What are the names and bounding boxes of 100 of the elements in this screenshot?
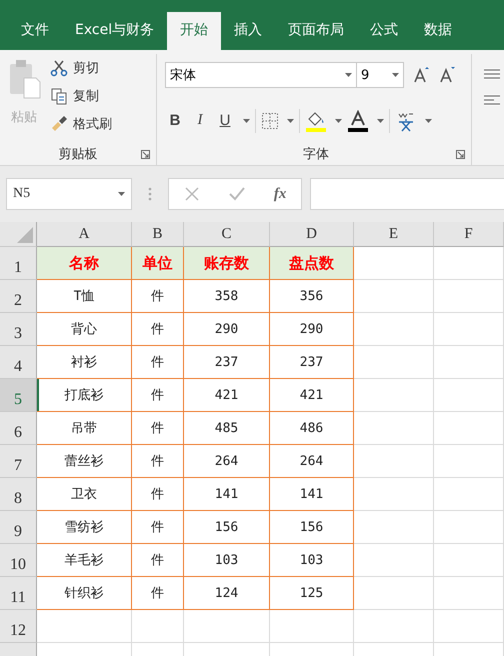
underline-button[interactable]: U [215, 112, 236, 129]
fill-color-icon[interactable] [305, 110, 328, 132]
empty-cell [434, 511, 504, 544]
copy-icon [50, 87, 68, 105]
row-header[interactable]: 2 [0, 280, 37, 313]
column-header[interactable]: F [434, 222, 504, 247]
group-label: 剪贴板 [58, 146, 98, 163]
paintbrush-icon [50, 115, 68, 133]
caret-icon[interactable] [377, 118, 384, 122]
row-header[interactable]: 3 [0, 313, 37, 346]
row-header[interactable]: 5 [0, 379, 37, 412]
italic-button[interactable]: I [190, 112, 210, 129]
table-cell: 件 [132, 280, 184, 313]
format-painter-button[interactable]: 格式刷 [48, 112, 114, 136]
table-cell: 件 [132, 478, 184, 511]
table-cell: 264 [184, 445, 270, 478]
caret-icon[interactable] [345, 73, 352, 77]
row-header[interactable]: 1 [0, 247, 37, 280]
ribbon-tab[interactable]: 数据 [411, 12, 466, 50]
table-cell: 背心 [37, 313, 132, 346]
caret-icon[interactable] [243, 118, 250, 122]
table-cell: 124 [184, 577, 270, 610]
dialog-launcher-icon[interactable] [456, 150, 465, 159]
table-cell: 卫衣 [37, 478, 132, 511]
column-header[interactable]: B [132, 222, 184, 247]
table-cell: 485 [184, 412, 270, 445]
row-header[interactable]: 9 [0, 511, 37, 544]
empty-cell [434, 478, 504, 511]
table-cell: 件 [132, 445, 184, 478]
table-cell: 单位 [132, 247, 184, 280]
empty-cell [434, 445, 504, 478]
table-cell: 雪纺衫 [37, 511, 132, 544]
enter-check-icon[interactable] [228, 186, 245, 202]
ribbon-tab[interactable]: 公式 [357, 12, 412, 50]
empty-cell [434, 412, 504, 445]
cut-button[interactable]: 剪切 [48, 56, 114, 80]
table-cell: 237 [270, 346, 354, 379]
column-header[interactable]: C [184, 222, 270, 247]
empty-cell [434, 379, 504, 412]
dialog-launcher-icon[interactable] [141, 150, 150, 159]
table-cell: 件 [132, 412, 184, 445]
table-cell: 421 [184, 379, 270, 412]
font-size-field[interactable]: 9 [356, 62, 404, 88]
table-cell: 421 [270, 379, 354, 412]
empty-cell [434, 544, 504, 577]
empty-cell [132, 610, 184, 643]
decrease-font-size-icon[interactable] [438, 66, 456, 84]
row-header[interactable]: 6 [0, 412, 37, 445]
table-cell: 103 [270, 544, 354, 577]
increase-font-size-icon[interactable] [412, 66, 430, 84]
column-header[interactable]: A [37, 222, 132, 247]
table-cell: 针织衫 [37, 577, 132, 610]
table-cell: 件 [132, 379, 184, 412]
table-cell: 羊毛衫 [37, 544, 132, 577]
row-header[interactable]: 10 [0, 544, 37, 577]
align-left-icon[interactable] [482, 94, 500, 106]
table-cell: 吊带 [37, 412, 132, 445]
ribbon-tab[interactable]: 开始 [167, 12, 222, 50]
caret-icon[interactable] [335, 118, 342, 122]
bold-button[interactable]: B [165, 112, 186, 129]
table-cell: 蕾丝衫 [37, 445, 132, 478]
empty-cell [434, 280, 504, 313]
row-header[interactable]: 8 [0, 478, 37, 511]
font-name-field[interactable]: 宋体 [165, 62, 358, 88]
ribbon-tab[interactable]: 插入 [221, 12, 276, 50]
row-header[interactable]: 11 [0, 577, 37, 610]
grip-icon [148, 186, 152, 202]
table-cell: 名称 [37, 247, 132, 280]
empty-cell [434, 577, 504, 610]
table-cell: 件 [132, 511, 184, 544]
ribbon-tab[interactable]: 页面布局 [275, 12, 358, 50]
name-box[interactable]: N5 [6, 178, 132, 210]
column-header[interactable]: E [354, 222, 434, 247]
row-header[interactable]: 12 [0, 610, 37, 643]
empty-cell [434, 247, 504, 280]
row-header[interactable]: 4 [0, 346, 37, 379]
table-cell: 125 [270, 577, 354, 610]
column-header[interactable]: D [270, 222, 354, 247]
table-cell: 103 [184, 544, 270, 577]
insert-function-button[interactable]: fx [274, 186, 286, 202]
table-cell: 290 [270, 313, 354, 346]
table-cell: 盘点数 [270, 247, 354, 280]
table-cell: 打底衫 [37, 379, 132, 412]
table-cell: 衬衫 [37, 346, 132, 379]
formula-input[interactable] [310, 178, 504, 210]
borders-icon[interactable] [261, 112, 280, 130]
row-header[interactable]: 7 [0, 445, 37, 478]
copy-button[interactable]: 复制 [48, 84, 114, 108]
caret-icon[interactable] [425, 118, 432, 122]
scissors-icon [50, 59, 68, 77]
caret-icon[interactable] [392, 73, 400, 77]
ribbon-tab[interactable]: 文件 [8, 12, 62, 50]
empty-cell [434, 313, 504, 346]
align-top-icon[interactable] [482, 68, 500, 80]
caret-icon[interactable] [118, 192, 125, 196]
table-cell: 141 [184, 478, 270, 511]
ribbon-tab[interactable]: Excel与财务 [62, 12, 168, 50]
font-color-icon[interactable] [347, 110, 370, 132]
caret-icon[interactable] [287, 118, 294, 122]
group-label: 字体 [303, 146, 329, 163]
